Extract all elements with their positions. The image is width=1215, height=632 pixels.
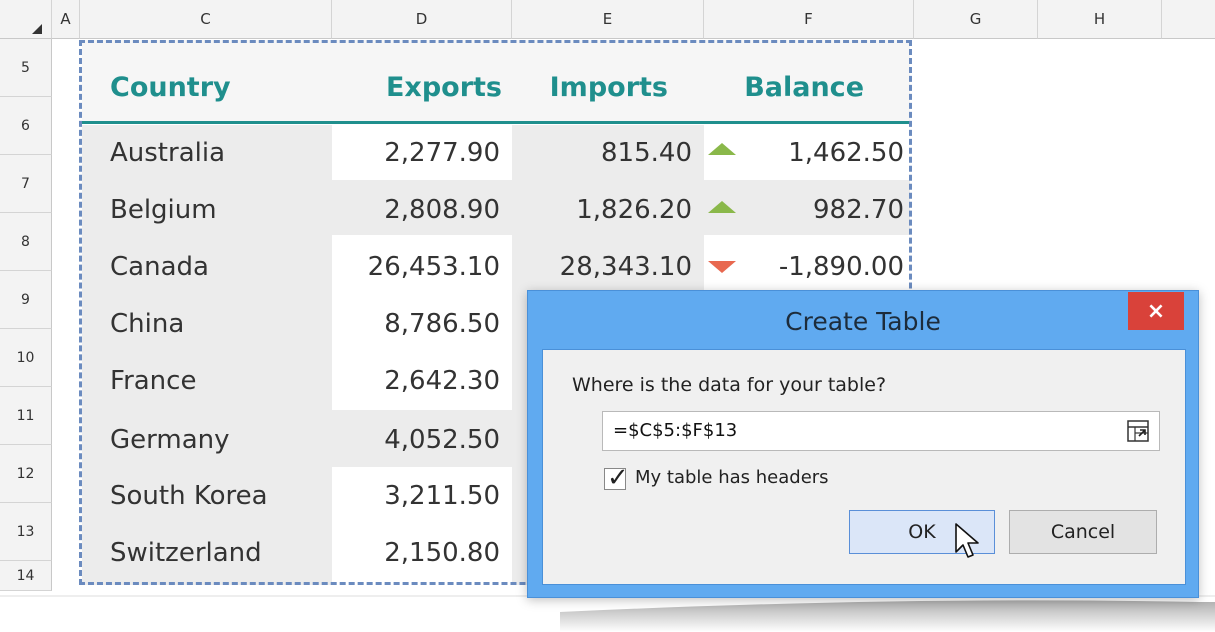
row-header-13[interactable]: 13 — [0, 503, 52, 561]
mouse-pointer-icon — [955, 523, 979, 558]
column-header-overflow — [1162, 0, 1215, 39]
row-header-14[interactable]: 14 — [0, 561, 52, 591]
headers-checkbox-label[interactable]: My table has headers — [635, 467, 829, 488]
column-header-g[interactable]: G — [914, 0, 1038, 39]
range-input-value: =$C$5:$F$13 — [613, 420, 738, 441]
dialog-body: Where is the data for your table? =$C$5:… — [542, 349, 1186, 585]
close-button[interactable]: × — [1128, 292, 1184, 330]
row-header-5[interactable]: 5 — [0, 39, 52, 97]
close-icon: × — [1146, 298, 1166, 324]
row-header-10[interactable]: 10 — [0, 329, 52, 387]
range-prompt: Where is the data for your table? — [572, 374, 887, 396]
column-header-h[interactable]: H — [1038, 0, 1162, 39]
row-header-6[interactable]: 6 — [0, 97, 52, 155]
column-header-d[interactable]: D — [332, 0, 512, 39]
create-table-dialog: Create Table × Where is the data for you… — [527, 290, 1199, 598]
collapse-dialog-icon[interactable] — [1127, 420, 1149, 442]
row-header-11[interactable]: 11 — [0, 387, 52, 445]
cancel-button[interactable]: Cancel — [1009, 510, 1157, 554]
select-all-corner[interactable] — [0, 0, 52, 39]
spreadsheet: A C D E F G H 5 6 7 8 9 10 11 12 13 14 C… — [0, 0, 1215, 632]
ok-button-label: OK — [908, 521, 936, 543]
column-header-f[interactable]: F — [704, 0, 914, 39]
headers-checkbox[interactable]: ✓ — [604, 463, 629, 493]
column-header-e[interactable]: E — [512, 0, 704, 39]
row-header-7[interactable]: 7 — [0, 155, 52, 213]
select-all-triangle-icon — [32, 24, 42, 34]
row-header-9[interactable]: 9 — [0, 271, 52, 329]
column-header-a[interactable]: A — [52, 0, 80, 39]
range-input[interactable]: =$C$5:$F$13 — [602, 411, 1160, 451]
row-header-8[interactable]: 8 — [0, 213, 52, 271]
row-header-12[interactable]: 12 — [0, 445, 52, 503]
checkmark-icon: ✓ — [607, 463, 629, 493]
column-header-c[interactable]: C — [80, 0, 332, 39]
cancel-button-label: Cancel — [1050, 521, 1116, 543]
dialog-title: Create Table — [785, 307, 941, 336]
